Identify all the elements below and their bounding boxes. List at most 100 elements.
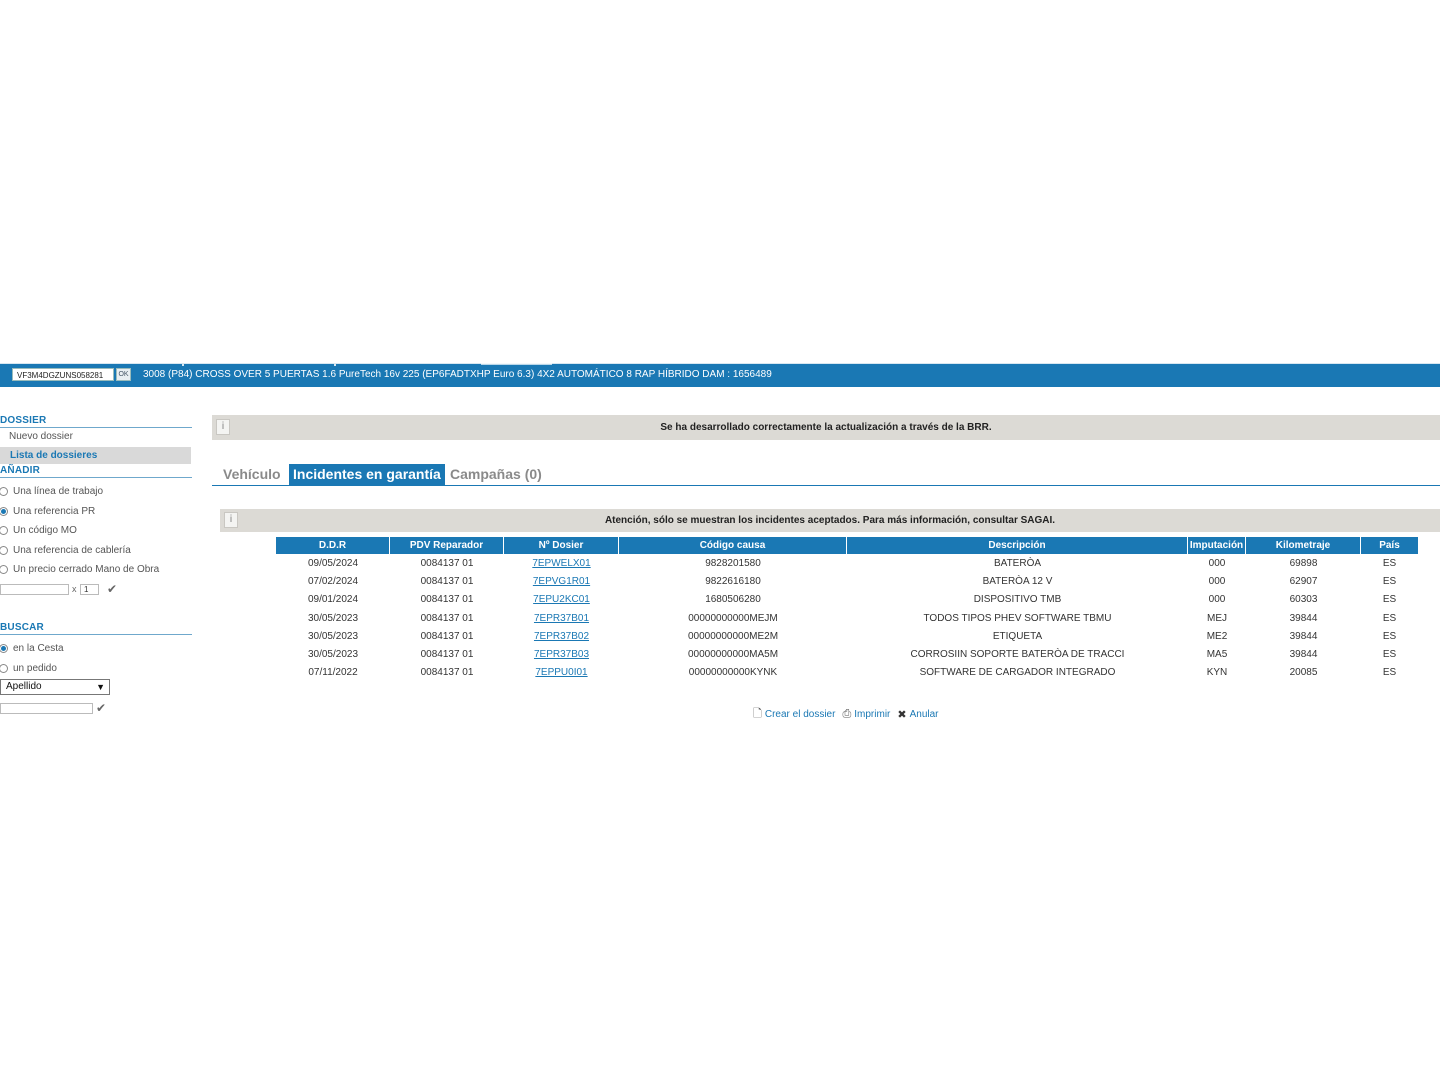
cell-descripcion: DISPOSITIVO TMB [973,594,1062,606]
nuevo-dossier-link[interactable]: Nuevo dossier [9,431,73,442]
vin-ok-button[interactable]: OK [116,368,131,381]
cell-ddr: 09/01/2024 [307,594,359,606]
cell-dosier: 7EPWELX01 [504,554,619,572]
cell-codigo-causa: 00000000000MEJM [688,612,778,624]
cell-descripcion: CORROSIIN SOPORTE BATERÒA DE TRACCI [910,649,1125,661]
cell-imputacion: MA5 [1206,649,1228,661]
cell-dosier: 7EPPU0I01 [504,664,619,682]
action-label: Crear el dossier [764,709,836,720]
radio-label: Un precio cerrado Mano de Obra [13,563,160,575]
radio-codigo-mo[interactable]: Un código MO [0,523,77,537]
search-field-select[interactable]: Apellido ▼ [0,679,110,695]
cell-pdv: 0084137 01 [420,667,474,679]
cell-pais: ES [1382,594,1397,606]
radio-icon[interactable] [0,564,8,574]
crear-dossier-action[interactable]: 🗋 Crear el dossier [753,705,835,724]
success-message: Se ha desarrollado correctamente la actu… [660,422,992,433]
header-pais[interactable]: País [1361,537,1418,554]
printer-icon: ⎙ [842,708,852,720]
radio-selected-icon[interactable] [0,506,8,516]
cell-imputacion: KYN [1206,667,1228,679]
menu-tick [334,363,336,366]
table-row: 09/05/2024 0084137 01 7EPWELX01 98282015… [276,554,1418,572]
header-kilometraje[interactable]: Kilometraje [1246,537,1361,554]
cell-ddr: 09/05/2024 [307,557,359,569]
radio-label: Una línea de trabajo [13,485,104,497]
tab-campanas[interactable]: Campañas (0) [450,464,542,485]
radio-selected-icon[interactable] [0,643,8,653]
cell-ddr: 07/11/2022 [308,667,358,679]
cell-kilometraje: 62907 [1289,575,1318,587]
cell-descripcion: BATERÒA 12 V [982,575,1053,587]
table-row: 09/01/2024 0084137 01 7EPU2KC01 16805062… [276,591,1418,609]
anular-action[interactable]: ✖ Anular [897,708,938,721]
cell-kilometraje: 39844 [1289,612,1318,624]
header-ddr[interactable]: D.D.R [276,537,390,554]
radio-icon[interactable] [0,525,8,535]
reference-input[interactable] [0,584,69,595]
cell-pais: ES [1382,630,1397,642]
warning-message: Atención, sólo se muestran los incidente… [604,515,1056,526]
table-header-row: D.D.R PDV Reparador Nº Dosier Código cau… [276,537,1418,554]
search-confirm-check-icon[interactable]: ✔ [96,701,106,715]
cell-kilometraje: 20085 [1289,667,1318,679]
dosier-link[interactable]: 7EPR37B01 [534,613,589,624]
header-pdv-reparador[interactable]: PDV Reparador [390,537,504,554]
header-num-dosier[interactable]: Nº Dosier [504,537,619,554]
incidents-table: D.D.R PDV Reparador Nº Dosier Código cau… [276,537,1418,682]
search-input[interactable] [0,703,93,714]
dosier-link[interactable]: 7EPR37B03 [534,649,589,660]
cell-ddr: 30/05/2023 [307,630,359,642]
table-row: 07/02/2024 0084137 01 7EPVG1R01 98226161… [276,572,1418,590]
anadir-section-title: AÑADIR [0,465,41,476]
dosier-link[interactable]: 7EPR37B02 [534,631,589,642]
radio-linea-trabajo[interactable]: Una línea de trabajo [0,484,103,498]
active-menu-indicator [481,363,552,365]
radio-icon[interactable] [0,486,8,496]
menu-tick [182,363,184,366]
header-codigo-causa[interactable]: Código causa [619,537,847,554]
cell-dosier: 7EPVG1R01 [504,572,619,590]
dosier-link[interactable]: 7EPPU0I01 [535,667,587,678]
radio-icon[interactable] [0,545,8,555]
radio-icon[interactable] [0,663,8,673]
dosier-link[interactable]: 7EPVG1R01 [533,576,590,587]
tab-incidentes-garantia[interactable]: Incidentes en garantía [289,464,445,485]
success-banner: i Se ha desarrollado correctamente la ac… [212,415,1440,440]
cell-descripcion: ETIQUETA [992,630,1043,642]
radio-referencia-cableria[interactable]: Una referencia de cablería [0,543,131,557]
tab-vehiculo[interactable]: Vehículo [223,464,281,485]
dosier-link[interactable]: 7EPU2KC01 [533,594,590,605]
lista-dossieres-link[interactable]: Lista de dossieres [0,447,191,464]
vin-input[interactable]: VF3M4DGZUNS058281 [12,368,114,381]
radio-un-pedido[interactable]: un pedido [0,661,57,675]
cell-codigo-causa: 00000000000MA5M [687,649,779,661]
cell-pais: ES [1382,649,1397,661]
imprimir-action[interactable]: ⎙ Imprimir [842,708,890,721]
quantity-separator: x [72,584,77,594]
header-imputacion[interactable]: Imputación [1188,537,1246,554]
radio-label: en la Cesta [13,642,64,654]
cell-dosier: 7EPR37B03 [504,645,619,663]
cell-codigo-causa: 00000000000ME2M [687,630,779,642]
cell-pdv: 0084137 01 [420,594,474,606]
cell-pdv: 0084137 01 [420,630,474,642]
buscar-section-title: BUSCAR [0,622,44,633]
radio-referencia-pr[interactable]: Una referencia PR [0,504,95,518]
add-confirm-check-icon[interactable]: ✔ [107,582,117,596]
vehicle-description: 3008 (P84) CROSS OVER 5 PUERTAS 1.6 Pure… [143,369,772,380]
action-links: 🗋 Crear el dossier ⎙ Imprimir ✖ Anular [753,705,946,724]
dosier-link[interactable]: 7EPWELX01 [532,558,590,569]
cell-pdv: 0084137 01 [420,612,474,624]
quantity-input[interactable]: 1 [80,584,99,595]
radio-en-cesta[interactable]: en la Cesta [0,641,64,655]
tab-underline [212,485,1440,486]
cell-codigo-causa: 9828201580 [705,557,761,569]
header-descripcion[interactable]: Descripción [847,537,1188,554]
cell-descripcion: SOFTWARE DE CARGADOR INTEGRADO [919,667,1116,679]
cell-kilometraje: 69898 [1289,557,1318,569]
radio-precio-cerrado[interactable]: Un precio cerrado Mano de Obra [0,562,159,576]
cell-imputacion: 000 [1208,594,1226,606]
cell-ddr: 30/05/2023 [307,649,359,661]
cell-pais: ES [1382,557,1397,569]
